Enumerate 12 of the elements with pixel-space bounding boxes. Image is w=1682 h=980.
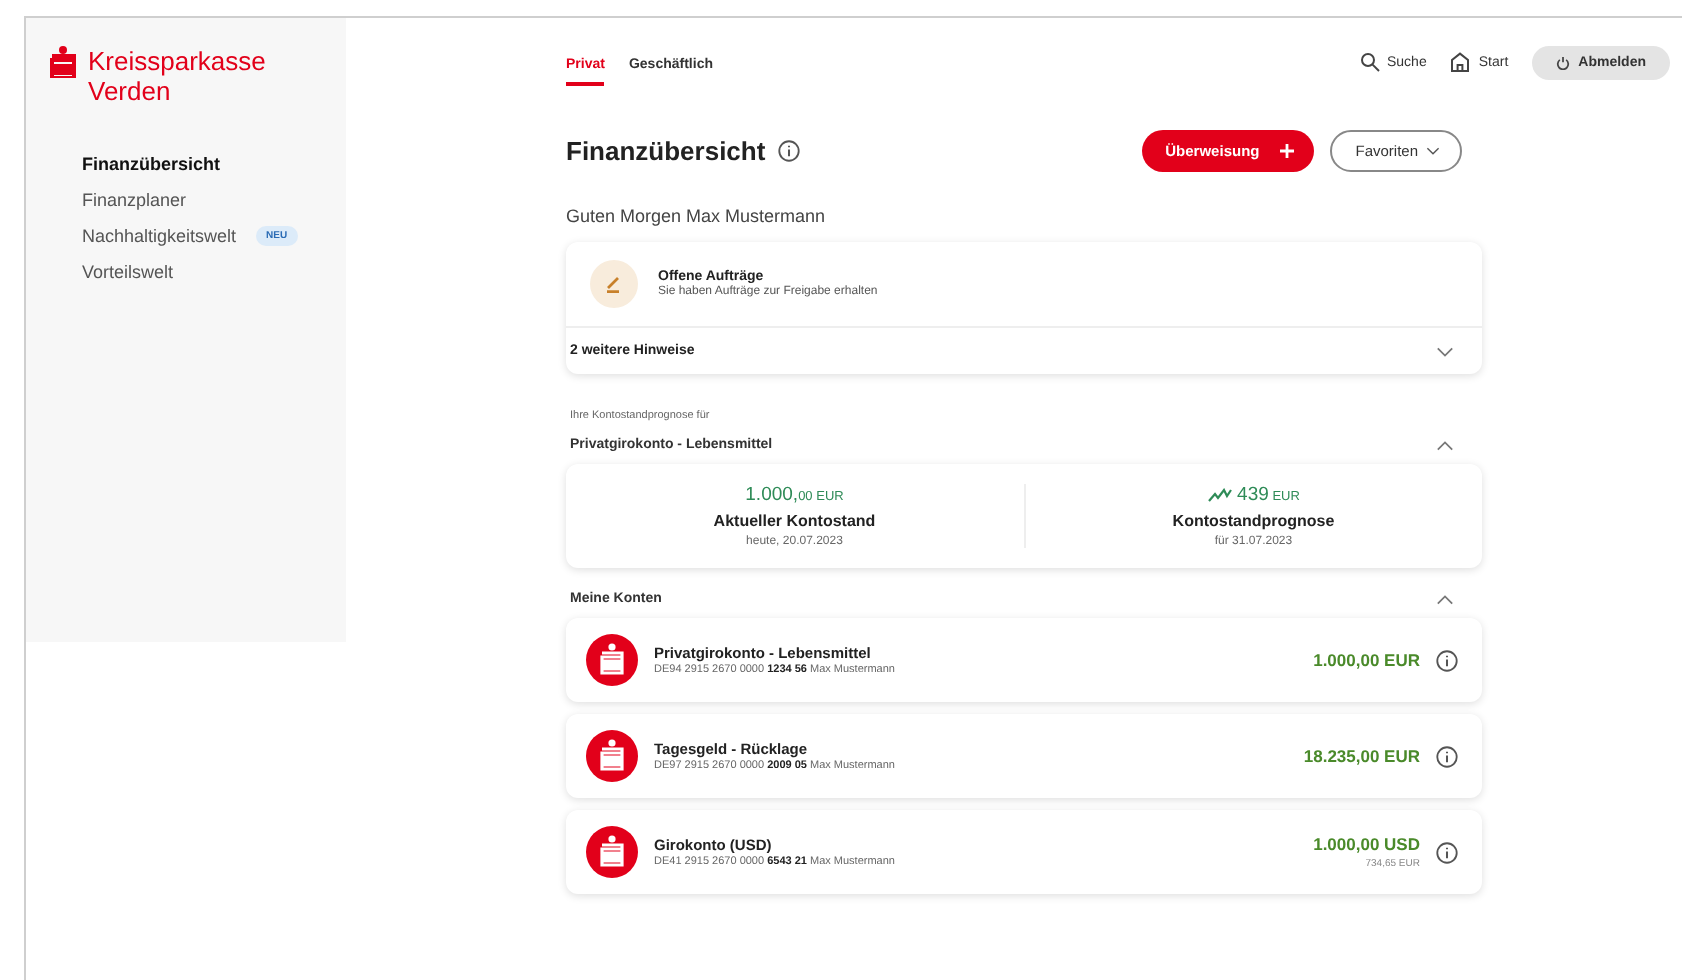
nav-item[interactable]: Nachhaltigkeitswelt <box>82 226 237 246</box>
account-balance: 1.000,00 EUR <box>1313 650 1420 670</box>
account-balance: 1.000,00 USD <box>1313 834 1420 854</box>
page-title: Finanzübersicht <box>566 135 766 165</box>
forecast-label: Kontostandprognose <box>1172 512 1335 530</box>
greeting: Guten Morgen Max Mustermann <box>566 206 828 226</box>
nav-item[interactable]: Vorteilswelt <box>82 262 346 282</box>
nav-item[interactable]: Finanzplaner <box>82 190 346 210</box>
brand-name: Kreissparkasse Verden <box>88 46 268 106</box>
account-balance: 18.235,00 EUR <box>1303 746 1420 766</box>
nav-item[interactable]: Finanzübersicht <box>82 154 346 174</box>
forecast-label: Aktueller Kontostand <box>713 512 876 530</box>
